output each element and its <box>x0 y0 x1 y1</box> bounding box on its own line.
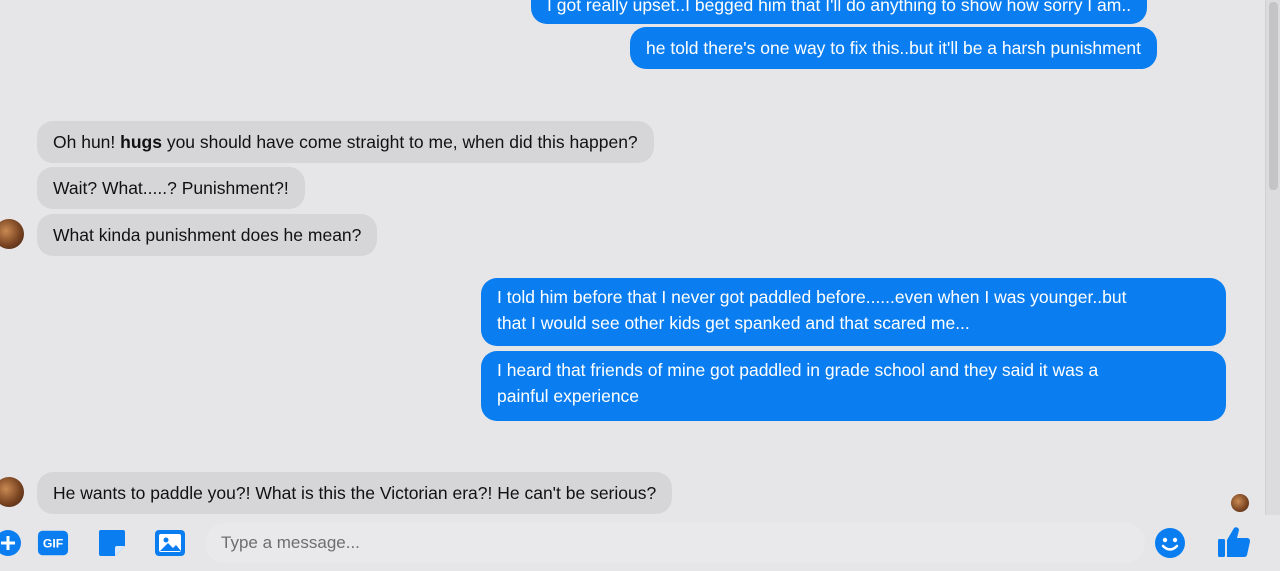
message-text: He wants to paddle you?! What is this th… <box>53 483 657 503</box>
emoji-icon[interactable] <box>1154 527 1186 559</box>
message-line: painful experience <box>497 386 640 406</box>
message-text: I got really upset..I begged him that I'… <box>547 0 1132 15</box>
gif-icon[interactable]: GIF <box>37 527 69 559</box>
scrollbar-thumb[interactable] <box>1269 2 1278 190</box>
sticker-icon[interactable] <box>96 527 128 559</box>
message-bubble-outgoing: he told there's one way to fix this..but… <box>630 27 1158 69</box>
message-line: I told him before that I never got paddl… <box>497 287 1127 307</box>
composer-bar: GIF <box>0 515 1280 571</box>
message-bubble-incoming: Oh hun! hugs you should have come straig… <box>37 121 654 163</box>
message-text: What kinda punishment does he mean? <box>53 225 362 245</box>
message-bubble-incoming: He wants to paddle you?! What is this th… <box>37 472 673 514</box>
gif-label: GIF <box>43 537 64 551</box>
seen-indicator-avatar <box>1231 494 1249 512</box>
message-text: you should have come straight to me, whe… <box>161 132 638 152</box>
contact-avatar[interactable] <box>0 219 24 249</box>
thumbs-up-icon[interactable] <box>1216 523 1252 561</box>
message-text: he told there's one way to fix this..but… <box>646 38 1142 58</box>
message-bubble-outgoing: I told him before that I never got paddl… <box>481 278 1226 346</box>
add-icon[interactable] <box>0 527 24 559</box>
message-emphasis: hugs <box>120 132 162 152</box>
message-text: Wait? What.....? Punishment?! <box>53 178 289 198</box>
message-text: Oh hun! <box>53 132 121 152</box>
message-bubble-incoming: Wait? What.....? Punishment?! <box>37 167 305 209</box>
image-icon[interactable] <box>154 527 186 559</box>
message-bubble-outgoing: I got really upset..I begged him that I'… <box>531 0 1148 24</box>
contact-avatar[interactable] <box>0 477 24 507</box>
message-bubble-outgoing: I heard that friends of mine got paddled… <box>481 351 1226 421</box>
message-bubble-incoming: What kinda punishment does he mean? <box>37 214 378 256</box>
message-line: I heard that friends of mine got paddled… <box>497 360 1099 380</box>
scrollbar[interactable] <box>1265 0 1280 515</box>
message-input[interactable] <box>205 523 1145 563</box>
message-thread[interactable]: I got really upset..I begged him that I'… <box>0 0 1266 515</box>
message-line: that I would see other kids get spanked … <box>497 313 970 333</box>
